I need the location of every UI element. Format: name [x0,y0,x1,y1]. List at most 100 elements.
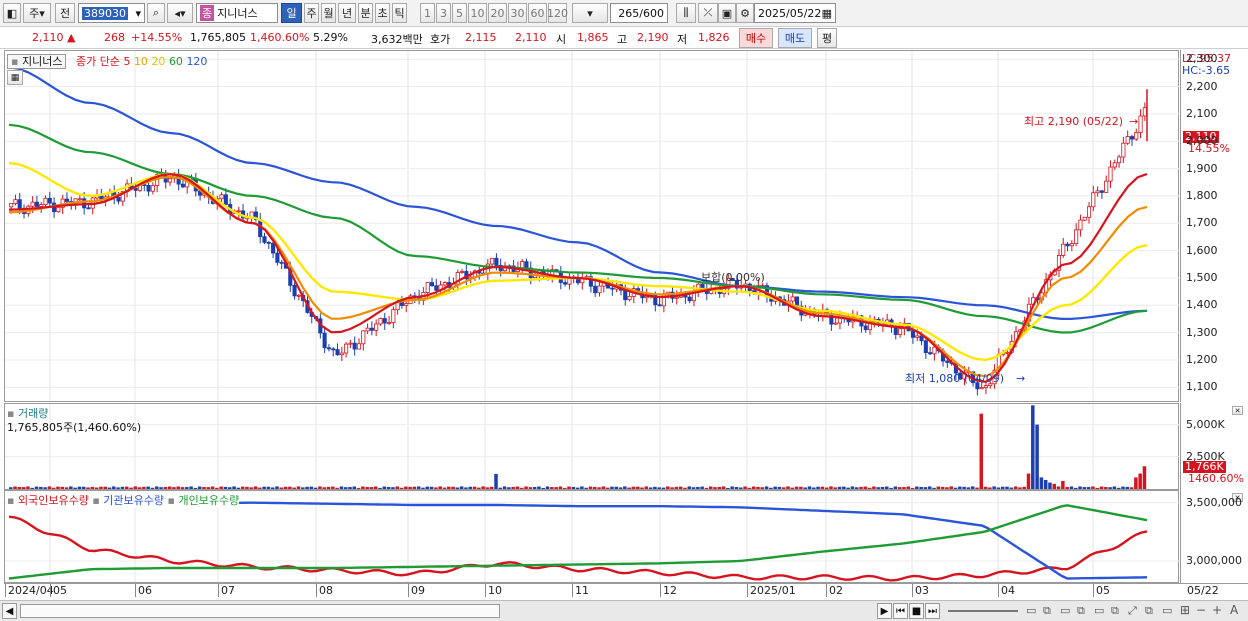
eval-button[interactable]: 평 [817,28,837,48]
date-label-9: 2025/01 [747,584,796,597]
period-button-0[interactable]: 일 [281,3,302,23]
volume-bar [116,487,120,489]
change-percent: +14.55% [131,31,183,44]
period-button-4[interactable]: 분 [358,3,373,23]
layout-2-icon[interactable]: ⧉ [1043,604,1051,618]
candle-body [56,206,61,213]
period-button-1[interactable]: 주 [304,3,319,23]
volume-bar [1069,486,1074,489]
volume-bar [86,487,90,489]
candle-body [460,271,465,273]
data-table-icon[interactable]: ▦ [7,70,23,85]
scroll-right-icon[interactable]: ▶ [877,603,892,619]
legend-stock-name: 지니너스 [21,55,63,68]
layout-9-icon[interactable]: ▭ [1162,604,1172,617]
minute-button-60[interactable]: 60 [528,3,547,23]
period-button-6[interactable]: 틱 [392,3,407,23]
volume-bar [532,487,537,489]
volume-chart[interactable] [5,404,1179,489]
zoom-out-icon[interactable]: − [1196,603,1206,617]
volume-tick-0: 5,000K [1186,417,1225,431]
scroll-bar[interactable]: ◀ ▶ ⏮ ■ ⏭ ▭ ⧉ ▭ ⧉ ▭ ⧉ ⤢ ⧉ ▭ ⊞ − + A [0,600,1248,621]
calendar-icon[interactable]: ▦ [822,7,832,20]
layout-3-icon[interactable]: ▭ [1060,604,1070,617]
period-button-2[interactable]: 월 [321,3,336,23]
candle-body [1082,216,1087,221]
candle-body [1061,243,1066,256]
volume-bar [253,486,258,489]
layout-1-icon[interactable]: ▭ [1026,604,1036,617]
stock-legend[interactable]: ▪ 지니너스 [7,54,67,69]
first-page-icon[interactable]: ⏮ [893,603,908,619]
period-button-3[interactable]: 년 [338,3,356,23]
font-size-icon[interactable]: A [1230,603,1238,617]
window-menu-icon[interactable]: ◧ [3,3,21,23]
buy-button[interactable]: 매수 [739,28,773,48]
layout-7-icon[interactable]: ⤢ [1128,604,1137,618]
candle-body [17,199,22,209]
ma-legend-5[interactable]: 5 [123,55,134,68]
zoom-in-icon[interactable]: + [1212,603,1222,617]
settings-gear-icon[interactable]: ⚙ [736,3,754,23]
ma-legend-120[interactable]: 120 [186,55,207,68]
speaker-icon[interactable]: ◂▾ [167,3,193,23]
volume-bar [915,486,919,489]
minute-button-120[interactable]: 120 [547,3,568,23]
layout-5-icon[interactable]: ▭ [1094,604,1104,617]
date-label-2: 06 [135,584,152,597]
save-icon[interactable]: ▣ [718,3,736,23]
volume-last-pct: 1460.60% [1188,472,1244,485]
scroll-thumb[interactable] [20,604,500,618]
date-field[interactable]: 2025/05/22 ▦ [754,3,836,23]
scroll-left-icon[interactable]: ◀ [2,603,17,619]
layout-6-icon[interactable]: ⧉ [1111,604,1119,618]
draw-tool-icon[interactable]: ⤫ [698,3,718,23]
minute-button-20[interactable]: 20 [488,3,507,23]
volume-bar [382,486,387,489]
volume-bar [949,486,953,489]
holdings-line-0 [8,515,1148,582]
ma-legend-10[interactable]: 10 [134,55,152,68]
sell-button[interactable]: 매도 [778,28,812,48]
volume-bar [571,486,576,489]
ma-legend-20[interactable]: 20 [151,55,169,68]
date-end-label: 05/22 [1187,584,1219,597]
mode-dropdown[interactable]: 주 ▾ [23,3,51,23]
zoom-reset-icon[interactable]: ⊞ [1180,603,1190,617]
minute-button-1[interactable]: 1 [420,3,435,23]
minute-button-10[interactable]: 10 [468,3,487,23]
date-label-13: 05 [1093,584,1110,597]
volume-bar [301,487,305,489]
price-chart[interactable] [5,51,1179,401]
zoom-slider[interactable] [948,610,1018,612]
search-icon[interactable]: ⌕ [147,3,165,23]
minute-button-3[interactable]: 3 [436,3,451,23]
minute-button-30[interactable]: 30 [508,3,527,23]
layout-8-icon[interactable]: ⧉ [1145,604,1153,618]
volume-bar [794,486,799,489]
candle-type-icon[interactable]: ⫼ [676,3,696,23]
volume-close-icon[interactable]: ✕ [1232,406,1243,415]
prev-button[interactable]: 전 [55,3,75,23]
price-tick-10: 1,300 [1186,325,1218,339]
volume-bar [26,486,30,489]
ticker-input[interactable]: 389030 ▾ [78,3,145,23]
period-button-5[interactable]: 초 [375,3,390,23]
layout-4-icon[interactable]: ⧉ [1077,604,1085,618]
volume-bar [696,486,700,489]
volume-bar [155,486,159,489]
stock-name-field[interactable]: 종 지니너스 [196,3,278,23]
volume-bar [451,486,455,489]
count-field[interactable]: 265/600 [610,3,668,23]
candle-body [180,183,185,188]
volume-bar [335,487,339,489]
date-label-6: 10 [485,584,502,597]
last-page-icon[interactable]: ⏭ [925,603,940,619]
unit-dropdown[interactable]: ▾ [572,3,608,23]
volume-bar [541,487,545,489]
volume-bar [601,486,606,489]
stop-icon[interactable]: ■ [909,603,924,619]
minute-button-5[interactable]: 5 [452,3,467,23]
volume-bar [760,487,765,489]
ma-legend-60[interactable]: 60 [169,55,187,68]
